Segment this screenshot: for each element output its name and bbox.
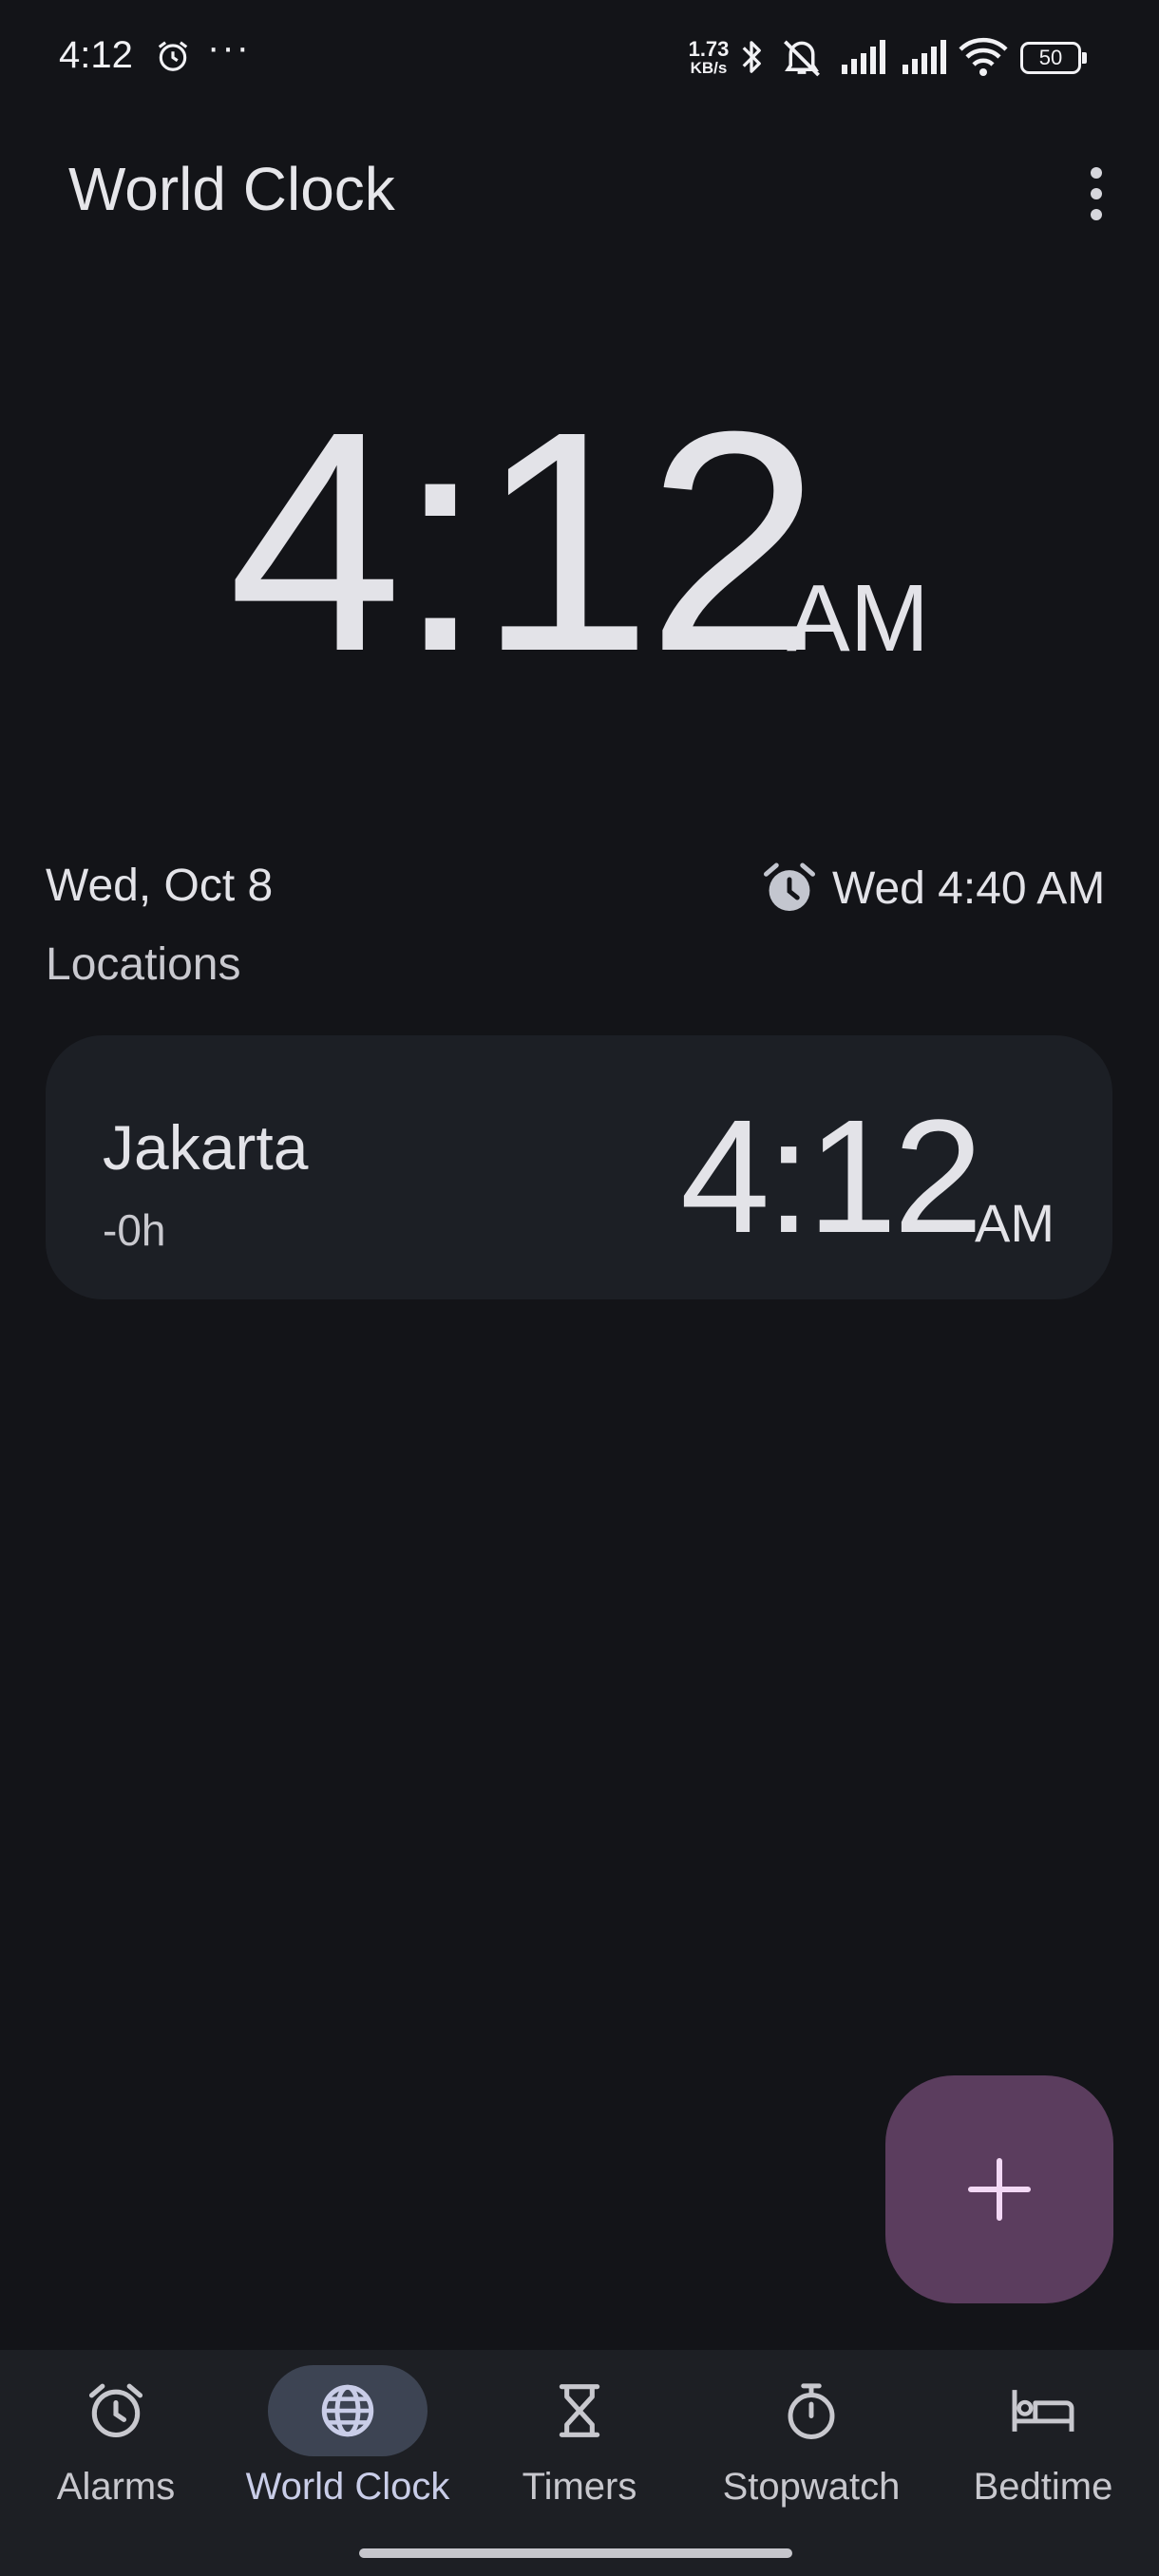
nav-alarms[interactable]: Alarms	[0, 2350, 232, 2576]
current-date: Wed, Oct 8	[46, 861, 274, 911]
bottom-navigation: Alarms World Clock Timers Stopwatch Bedt…	[0, 2350, 1159, 2576]
nav-world-clock-label: World Clock	[245, 2466, 450, 2508]
nav-alarms-label: Alarms	[56, 2466, 176, 2508]
alarm-icon	[764, 862, 815, 912]
bluetooth-icon	[742, 41, 761, 73]
next-alarm-text: Wed 4:40 AM	[832, 862, 1106, 914]
globe-icon	[321, 2384, 374, 2437]
more-options-button[interactable]	[1074, 161, 1119, 226]
add-city-button[interactable]	[885, 2075, 1113, 2303]
city-name: Jakarta	[103, 1112, 309, 1183]
more-notifications-icon: ···	[207, 27, 251, 68]
nav-timers[interactable]: Timers	[464, 2350, 695, 2576]
home-indicator[interactable]	[359, 2548, 792, 2558]
more-vert-icon	[1091, 167, 1102, 179]
signal-icon	[902, 40, 946, 74]
bed-icon	[1012, 2390, 1074, 2432]
network-speed: 1.73 KB/s	[688, 37, 730, 78]
signal-icon	[842, 40, 885, 74]
nav-stopwatch-label: Stopwatch	[722, 2466, 901, 2508]
mute-icon	[784, 40, 820, 77]
city-card-jakarta[interactable]: Jakarta -0h 4:12 AM	[46, 1035, 1112, 1299]
next-alarm[interactable]: Wed 4:40 AM	[760, 855, 1105, 921]
wifi-icon	[959, 37, 1008, 76]
battery-icon: 50	[1020, 42, 1087, 74]
main-clock: 4:12 AM	[0, 366, 1159, 716]
nav-stopwatch[interactable]: Stopwatch	[695, 2350, 927, 2576]
page-title: World Clock	[68, 155, 395, 223]
status-time: 4:12	[59, 34, 133, 76]
status-bar: 4:12 ··· 1.73 KB/s 50	[0, 0, 1159, 114]
main-clock-ampm: AM	[787, 565, 929, 672]
hourglass-icon	[559, 2384, 600, 2437]
plus-icon	[968, 2158, 1031, 2221]
battery-level: 50	[1038, 46, 1063, 69]
locations-heading: Locations	[46, 939, 241, 990]
stopwatch-icon	[788, 2383, 835, 2439]
city-ampm: AM	[975, 1193, 1054, 1253]
alarm-icon	[88, 2383, 143, 2438]
city-time: 4:12	[680, 1087, 983, 1267]
nav-timers-label: Timers	[522, 2466, 637, 2508]
main-clock-time: 4:12	[228, 366, 821, 716]
nav-bedtime-label: Bedtime	[973, 2466, 1113, 2508]
nav-world-clock[interactable]: World Clock	[232, 2350, 464, 2576]
alarm-icon	[158, 41, 188, 71]
nav-bedtime[interactable]: Bedtime	[927, 2350, 1159, 2576]
city-offset: -0h	[103, 1205, 166, 1255]
world-clock-screen: 4:12 ··· 1.73 KB/s 50 World Clock 4:12 A…	[0, 0, 1159, 2576]
